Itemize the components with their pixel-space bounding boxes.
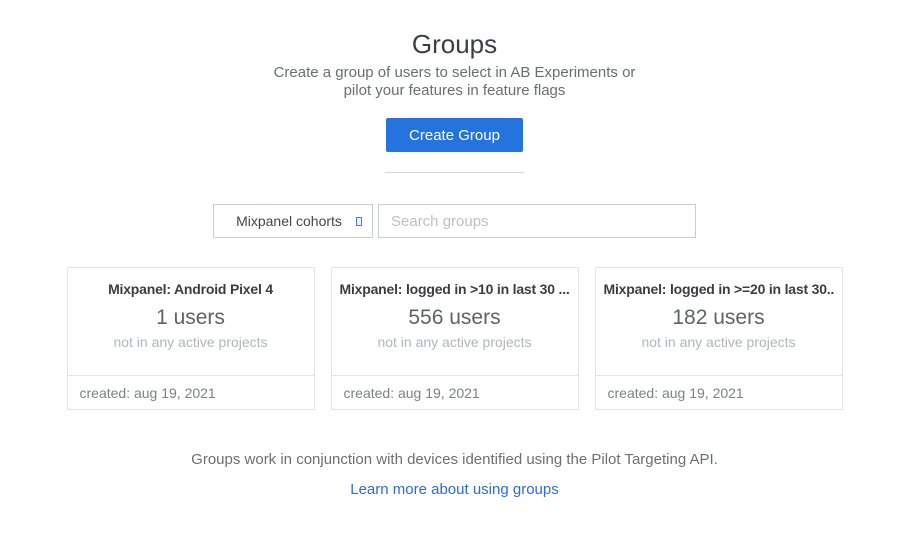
group-card[interactable]: Mixpanel: Android Pixel 4 1 users not in… <box>67 267 315 410</box>
group-card[interactable]: Mixpanel: logged in >10 in last 30 ... 5… <box>331 267 579 410</box>
page-title: Groups <box>0 30 909 58</box>
group-card-status: not in any active projects <box>604 334 834 350</box>
group-card-created-date: created: aug 19, 2021 <box>596 375 842 409</box>
group-card-title: Mixpanel: logged in >10 in last 30 ... <box>340 281 570 297</box>
group-card-users-count: 556 users <box>340 306 570 330</box>
group-card-body: Mixpanel: Android Pixel 4 1 users not in… <box>68 268 314 375</box>
group-card-status: not in any active projects <box>76 334 306 350</box>
group-card-body: Mixpanel: logged in >=20 in last 30... 1… <box>596 268 842 375</box>
cohort-dropdown-selected-label: Mixpanel cohorts <box>228 213 350 229</box>
group-card-title: Mixpanel: Android Pixel 4 <box>76 281 306 297</box>
group-card[interactable]: Mixpanel: logged in >=20 in last 30... 1… <box>595 267 843 410</box>
group-card-users-count: 1 users <box>76 306 306 330</box>
page-subtitle-line-2: pilot your features in feature flags <box>0 82 909 100</box>
dropdown-glyph-box-icon <box>356 217 362 226</box>
groups-page: Groups Create a group of users to select… <box>0 0 909 498</box>
learn-more-link[interactable]: Learn more about using groups <box>0 481 909 498</box>
page-subtitle: Create a group of users to select in AB … <box>0 64 909 100</box>
search-groups-input[interactable] <box>378 204 696 238</box>
group-card-created-date: created: aug 19, 2021 <box>332 375 578 409</box>
create-group-button[interactable]: Create Group <box>386 118 523 152</box>
group-card-title: Mixpanel: logged in >=20 in last 30... <box>604 281 834 297</box>
group-card-users-count: 182 users <box>604 306 834 330</box>
group-card-created-date: created: aug 19, 2021 <box>68 375 314 409</box>
pilot-targeting-note: Groups work in conjunction with devices … <box>0 451 909 468</box>
group-cards-row: Mixpanel: Android Pixel 4 1 users not in… <box>0 267 909 410</box>
page-subtitle-line-1: Create a group of users to select in AB … <box>0 64 909 82</box>
filters-row: Mixpanel cohorts <box>0 204 909 238</box>
group-card-body: Mixpanel: logged in >10 in last 30 ... 5… <box>332 268 578 375</box>
cohort-source-dropdown[interactable]: Mixpanel cohorts <box>213 204 373 238</box>
group-card-status: not in any active projects <box>340 334 570 350</box>
header-divider <box>385 172 524 173</box>
